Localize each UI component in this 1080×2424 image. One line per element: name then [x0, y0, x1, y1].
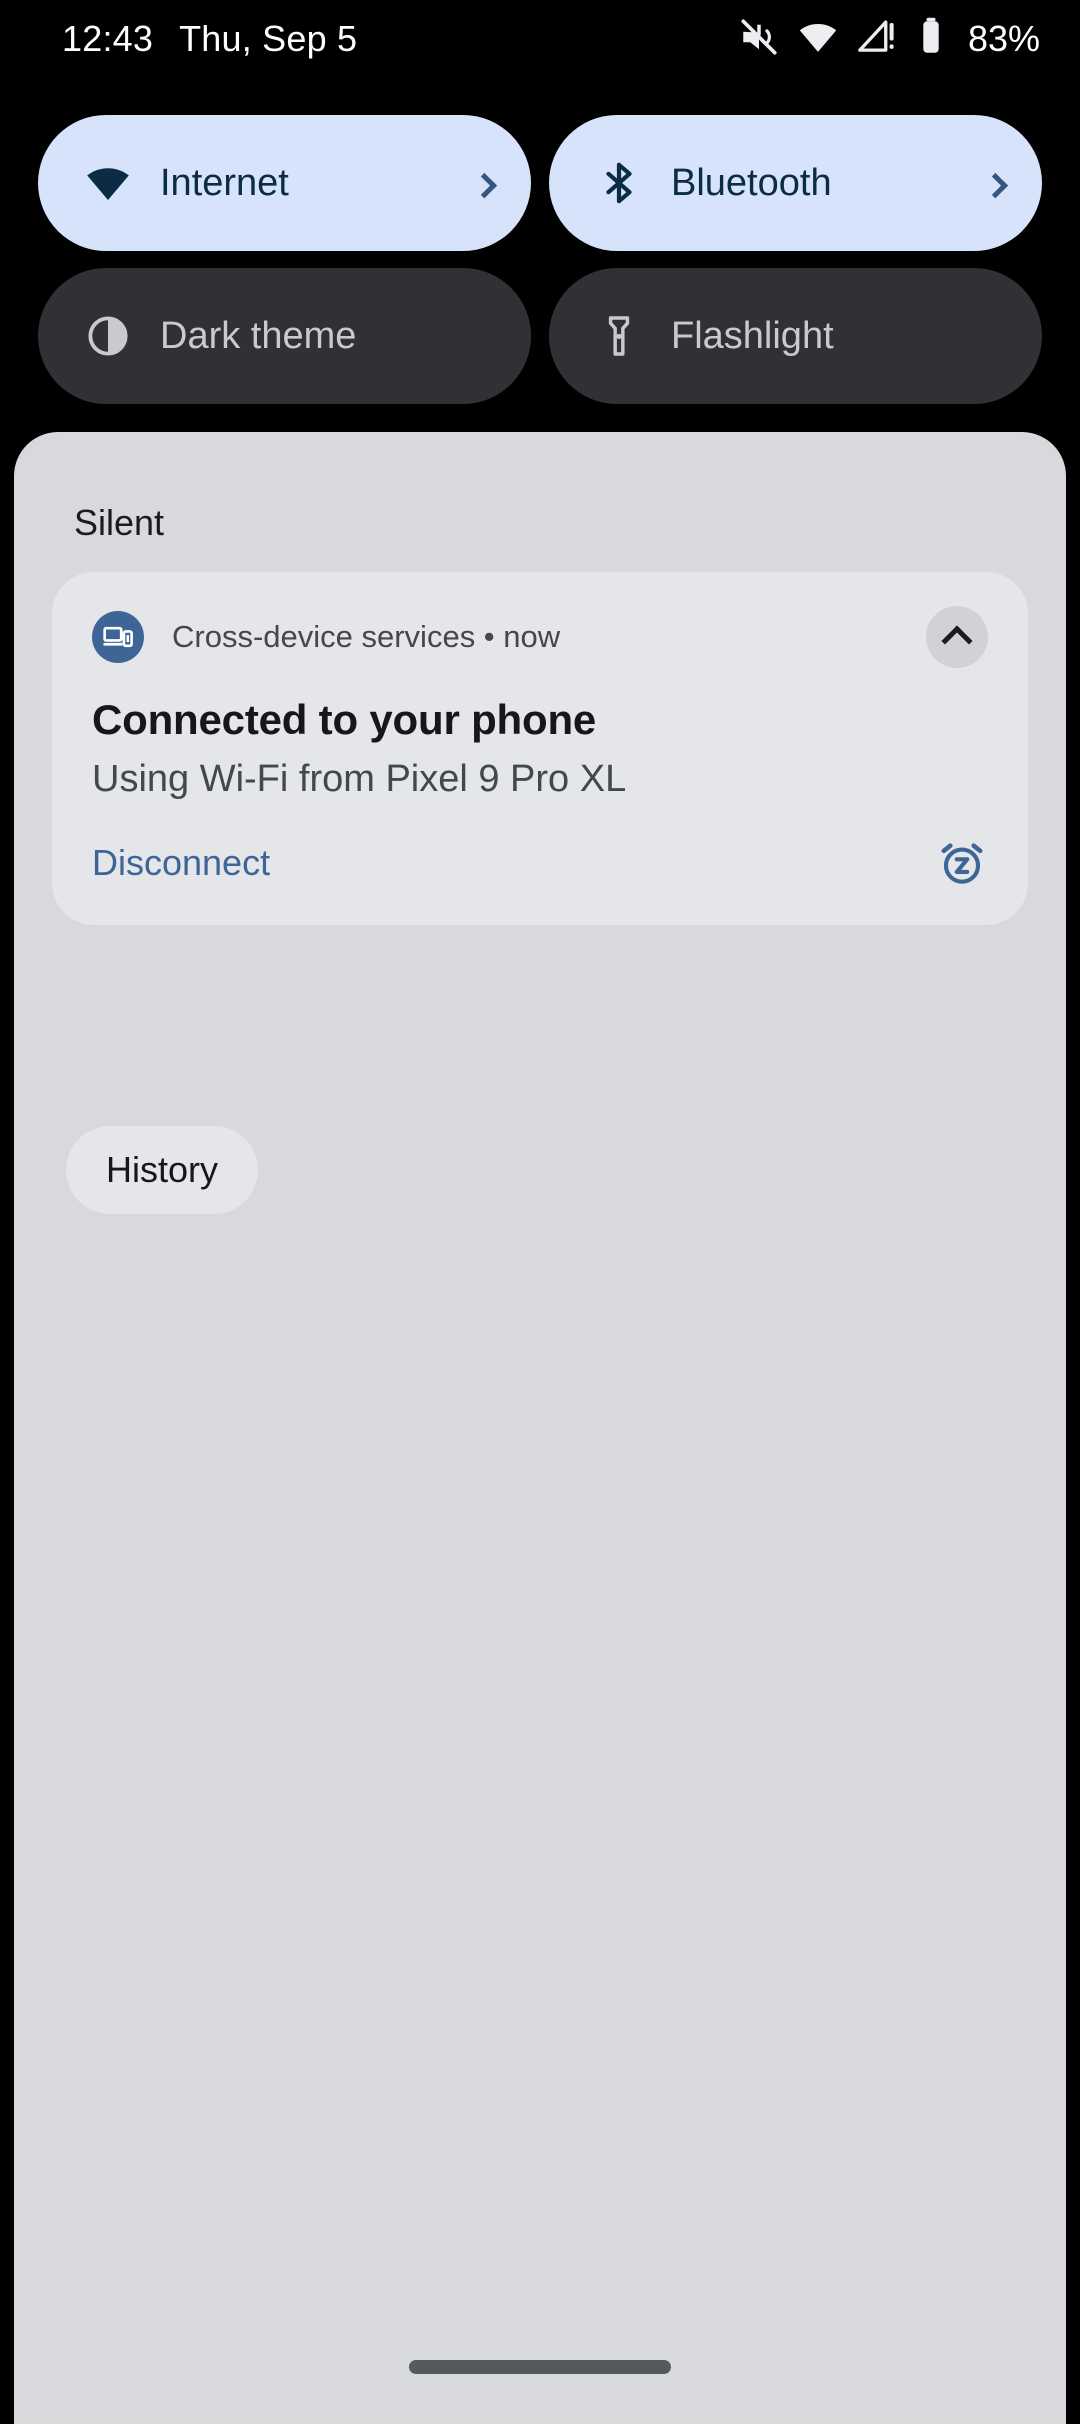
notification-app-and-time: Cross-device services • now [172, 619, 561, 654]
wifi-icon [82, 157, 134, 209]
qs-tile-label: Internet [160, 161, 289, 204]
history-button[interactable]: History [66, 1126, 259, 1214]
contrast-icon [82, 310, 134, 362]
status-bar-left: 12:43 Thu, Sep 5 [62, 18, 357, 60]
wifi-icon [797, 16, 839, 63]
notification-body: Using Wi-Fi from Pixel 9 Pro XL [92, 758, 627, 800]
battery-percent-label: 83% [967, 18, 1040, 59]
status-bar: 12:43 Thu, Sep 5 83% [0, 0, 1080, 78]
status-bar-right: 83% [738, 16, 1040, 63]
qs-tile-label: Dark theme [160, 314, 357, 357]
chevron-up-icon [941, 624, 973, 657]
quick-settings-row-2: Dark theme Flashlight [38, 268, 1042, 404]
notification-title: Connected to your phone [92, 696, 597, 743]
qs-tile-dark-theme[interactable]: Dark theme [38, 268, 531, 404]
qs-tile-flashlight[interactable]: Flashlight [549, 268, 1042, 404]
snooze-alarm-icon[interactable] [936, 837, 988, 889]
phone-screen: 12:43 Thu, Sep 5 83% Internet Bluetooth … [0, 0, 1080, 2424]
qs-tile-label: Flashlight [671, 314, 834, 357]
status-clock: 12:43 [62, 18, 154, 59]
shade-section-title: Silent [74, 502, 165, 543]
mute-icon [738, 16, 780, 63]
chevron-right-icon[interactable] [471, 172, 498, 199]
cell-signal-warning-icon [856, 16, 898, 63]
quick-settings: Internet Bluetooth Dark theme Flashlight [0, 115, 1080, 421]
history-label: History [106, 1149, 219, 1190]
qs-tile-internet[interactable]: Internet [38, 115, 531, 251]
notification-actions: Disconnect [92, 837, 988, 889]
devices-icon [92, 611, 144, 663]
notification-card[interactable]: Cross-device services • now Connected to… [52, 572, 1028, 925]
bluetooth-icon [593, 157, 645, 209]
status-date: Thu, Sep 5 [179, 18, 358, 59]
quick-settings-row-1: Internet Bluetooth [38, 115, 1042, 251]
qs-tile-bluetooth[interactable]: Bluetooth [549, 115, 1042, 251]
notification-shade: Silent Cross-device services • now Conne… [14, 432, 1066, 2424]
battery-icon [915, 16, 947, 63]
qs-tile-label: Bluetooth [671, 161, 832, 204]
notification-header: Cross-device services • now [92, 606, 988, 668]
gesture-navigation-bar[interactable] [409, 2360, 671, 2374]
flashlight-icon [593, 310, 645, 362]
disconnect-button[interactable]: Disconnect [92, 842, 270, 884]
notification-collapse-button[interactable] [926, 606, 988, 668]
chevron-right-icon[interactable] [982, 172, 1009, 199]
